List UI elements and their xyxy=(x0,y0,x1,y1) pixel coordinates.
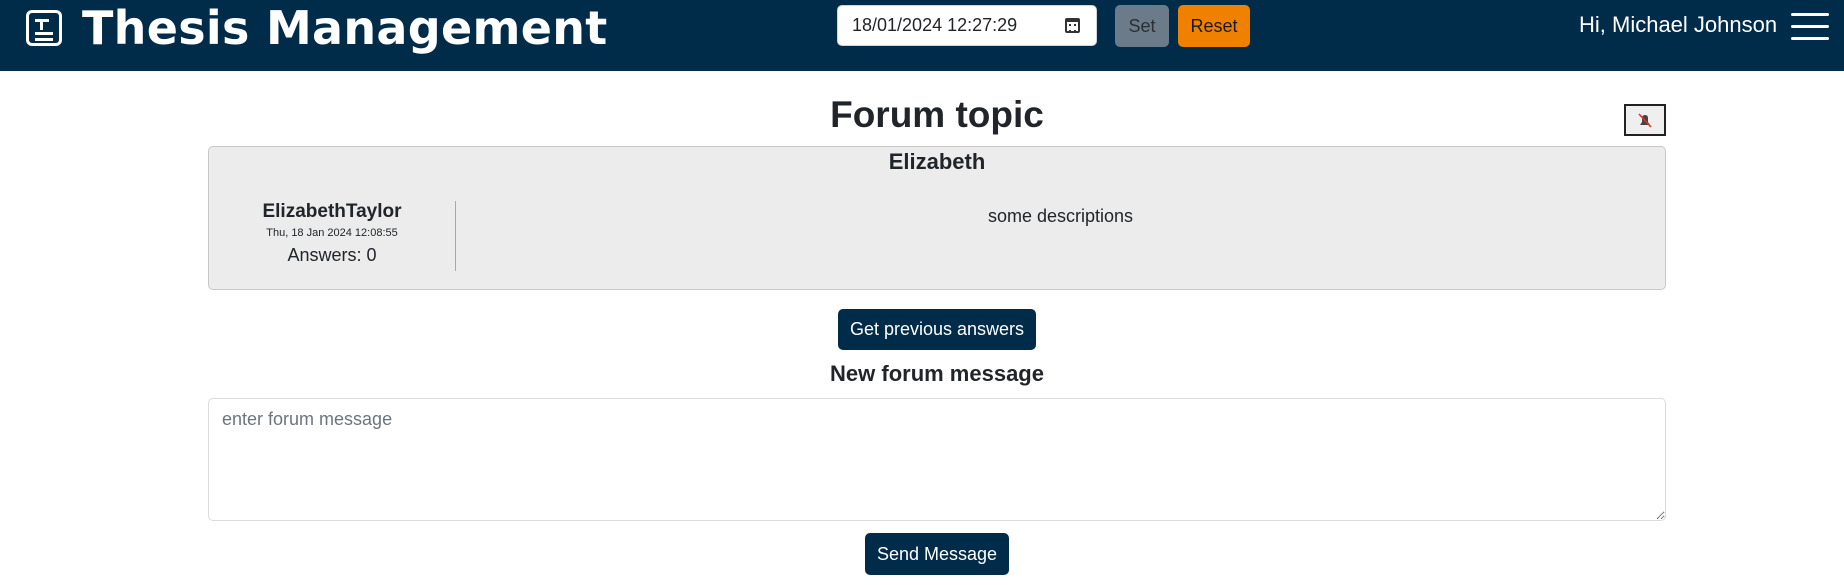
calendar-icon[interactable] xyxy=(1065,18,1080,33)
author-name: ElizabethTaylor xyxy=(262,201,402,222)
page-title: Forum topic xyxy=(830,94,1044,135)
datetime-input[interactable]: 18/01/2024 12:27:29 xyxy=(837,5,1097,46)
answers-count: Answers: 0 xyxy=(287,245,377,265)
menu-icon[interactable] xyxy=(1791,13,1829,41)
datetime-value: 18/01/2024 12:27:29 xyxy=(852,15,1018,35)
reset-button[interactable]: Reset xyxy=(1178,5,1250,47)
set-button[interactable]: Set xyxy=(1115,5,1169,47)
new-message-title: New forum message xyxy=(830,361,1044,386)
navbar: Thesis Management 18/01/2024 12:27:29 Se… xyxy=(0,0,1844,71)
bell-slash-icon xyxy=(1638,113,1652,128)
forum-message-input[interactable] xyxy=(208,398,1666,521)
topic-name: Elizabeth xyxy=(888,149,986,174)
app-title: Thesis Management xyxy=(82,1,608,55)
post-date: Thu, 18 Jan 2024 12:08:55 xyxy=(266,227,398,239)
send-message-button[interactable]: Send Message xyxy=(865,533,1009,575)
user-greeting: Hi, Michael Johnson xyxy=(1579,12,1778,37)
topic-description: some descriptions xyxy=(987,206,1134,226)
brand[interactable]: Thesis Management xyxy=(26,0,608,56)
author-info: ElizabethTaylor Thu, 18 Jan 2024 12:08:5… xyxy=(209,201,455,266)
topic-card: Elizabeth ElizabethTaylor Thu, 18 Jan 20… xyxy=(208,146,1666,290)
notifications-off-button[interactable] xyxy=(1624,104,1666,136)
get-previous-answers-button[interactable]: Get previous answers xyxy=(838,309,1036,350)
thesis-logo-icon xyxy=(26,10,62,46)
